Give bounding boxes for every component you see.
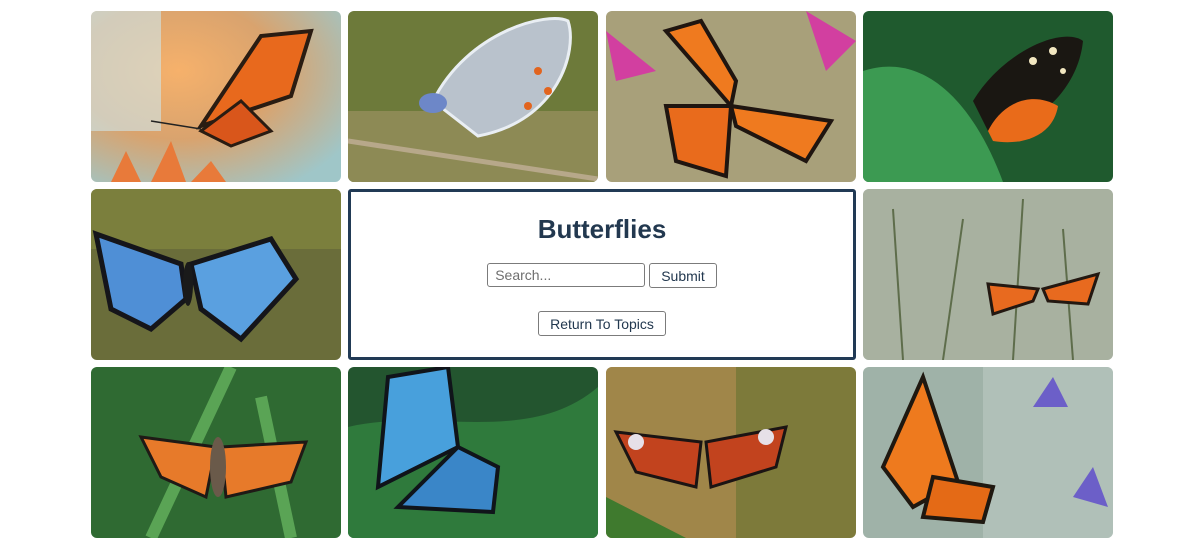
submit-button[interactable]: Submit — [649, 263, 717, 288]
search-panel: Butterflies Submit Return To Topics — [348, 189, 856, 360]
blue-morpho-on-bark-image[interactable] — [91, 189, 341, 360]
butterfly-gallery: Butterflies Submit Return To Topics — [91, 11, 1113, 538]
search-input[interactable] — [487, 263, 646, 287]
return-to-topics-button[interactable]: Return To Topics — [538, 311, 666, 336]
page-title: Butterflies — [537, 214, 667, 244]
orange-butterfly-on-flower-image[interactable] — [605, 11, 856, 182]
blue-gossamer-butterfly-image[interactable] — [348, 11, 599, 182]
peacock-butterfly-image[interactable] — [605, 367, 856, 538]
orange-butterfly-in-meadow-image[interactable] — [862, 189, 1113, 360]
monarch-butterfly-image[interactable] — [91, 11, 341, 182]
tortoiseshell-on-grass-image[interactable] — [91, 367, 341, 538]
search-form: Submit — [487, 263, 717, 288]
tortoiseshell-on-lavender-image[interactable] — [862, 367, 1113, 538]
tiger-longwing-butterfly-image[interactable] — [862, 11, 1113, 182]
blue-morpho-on-leaves-image[interactable] — [348, 367, 599, 538]
